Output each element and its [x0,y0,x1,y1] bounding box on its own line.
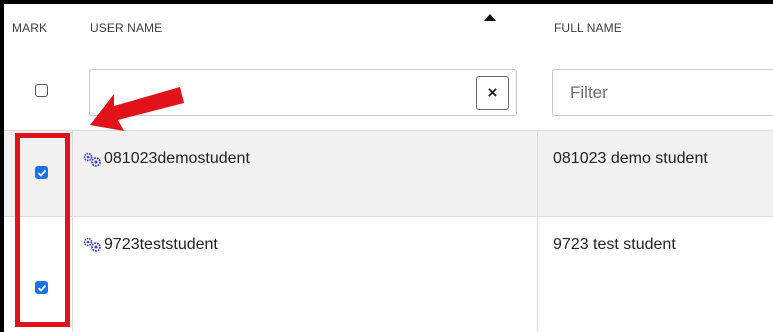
annotation-arrow-icon [90,87,184,131]
clear-filter-button[interactable]: × [476,76,509,110]
select-all-checkbox[interactable] [35,84,48,97]
column-header-user-name[interactable]: USER NAME [90,21,510,37]
full-name-cell: 081023 demo student [553,150,708,167]
full-name-cell: 9723 test student [553,236,676,253]
column-divider [72,130,73,332]
table-row[interactable] [4,130,773,216]
sort-ascending-icon[interactable] [484,14,496,22]
user-account-icon [83,237,101,252]
column-divider [537,130,538,332]
user-account-icon [83,152,101,167]
column-header-user-name-label: USER NAME [90,21,163,35]
row-divider [4,216,773,217]
full-name-filter-placeholder: Filter [570,83,608,102]
column-header-mark: MARK [12,21,48,35]
user-name-cell[interactable]: 9723teststudent [104,236,218,254]
user-name-cell[interactable]: 081023demostudent [104,150,250,168]
checkbox-highlight-annotation [15,133,70,327]
user-table: MARK USER NAME FULL NAME × Filter 081023… [4,4,773,332]
column-header-full-name[interactable]: FULL NAME [554,21,622,35]
